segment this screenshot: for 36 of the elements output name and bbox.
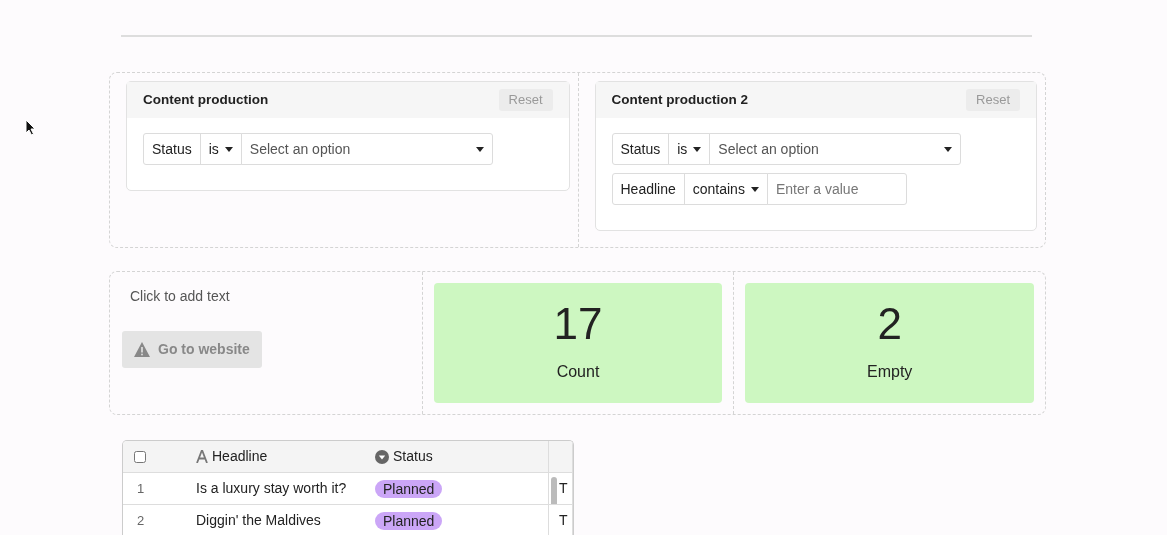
- value-dropdown[interactable]: Select an option: [240, 133, 493, 165]
- table-cell-text: T: [559, 479, 569, 498]
- text-placeholder[interactable]: Click to add text: [130, 286, 410, 307]
- operator-dropdown[interactable]: contains: [683, 173, 768, 205]
- caret-icon: [944, 146, 953, 152]
- value-dropdown[interactable]: Select an option: [709, 133, 962, 165]
- metric-label: Empty: [867, 362, 913, 382]
- metric-value: 2: [877, 302, 902, 346]
- table-cell-text: T: [559, 511, 569, 530]
- metric-label: Count: [556, 362, 600, 382]
- caret-icon: [224, 146, 233, 152]
- table-cell-text: Diggin' the Maldives: [196, 511, 321, 530]
- select-all-checkbox[interactable]: [134, 450, 146, 463]
- text-field-icon: [196, 450, 208, 463]
- caret-icon: [693, 146, 702, 152]
- panel-title: Content production 2: [611, 90, 748, 109]
- operator-dropdown[interactable]: is: [199, 133, 242, 165]
- table-cell-text: Is a luxury stay worth it?: [196, 479, 347, 498]
- row-number: 1: [137, 479, 145, 498]
- metric-value: 17: [553, 302, 603, 346]
- filter-field-label: Headline: [611, 173, 685, 205]
- status-tag: Planned: [375, 511, 443, 530]
- row-number: 2: [137, 511, 145, 530]
- column-header[interactable]: Status: [369, 441, 549, 472]
- column-header[interactable]: Headline: [196, 441, 369, 472]
- filter-field-label: Status: [611, 133, 670, 165]
- caret-icon: [475, 146, 484, 152]
- caret-icon: [750, 186, 759, 192]
- warning-icon: [134, 342, 150, 357]
- status-tag: Planned: [375, 479, 443, 498]
- mouse-cursor-icon: [25, 119, 36, 136]
- panel-title: Content production: [143, 90, 269, 109]
- value-input-field[interactable]: Enter a value: [766, 173, 907, 205]
- dropdown-field-icon: [375, 449, 389, 464]
- operator-dropdown[interactable]: is: [668, 133, 711, 165]
- filter-field-label: Status: [143, 133, 201, 165]
